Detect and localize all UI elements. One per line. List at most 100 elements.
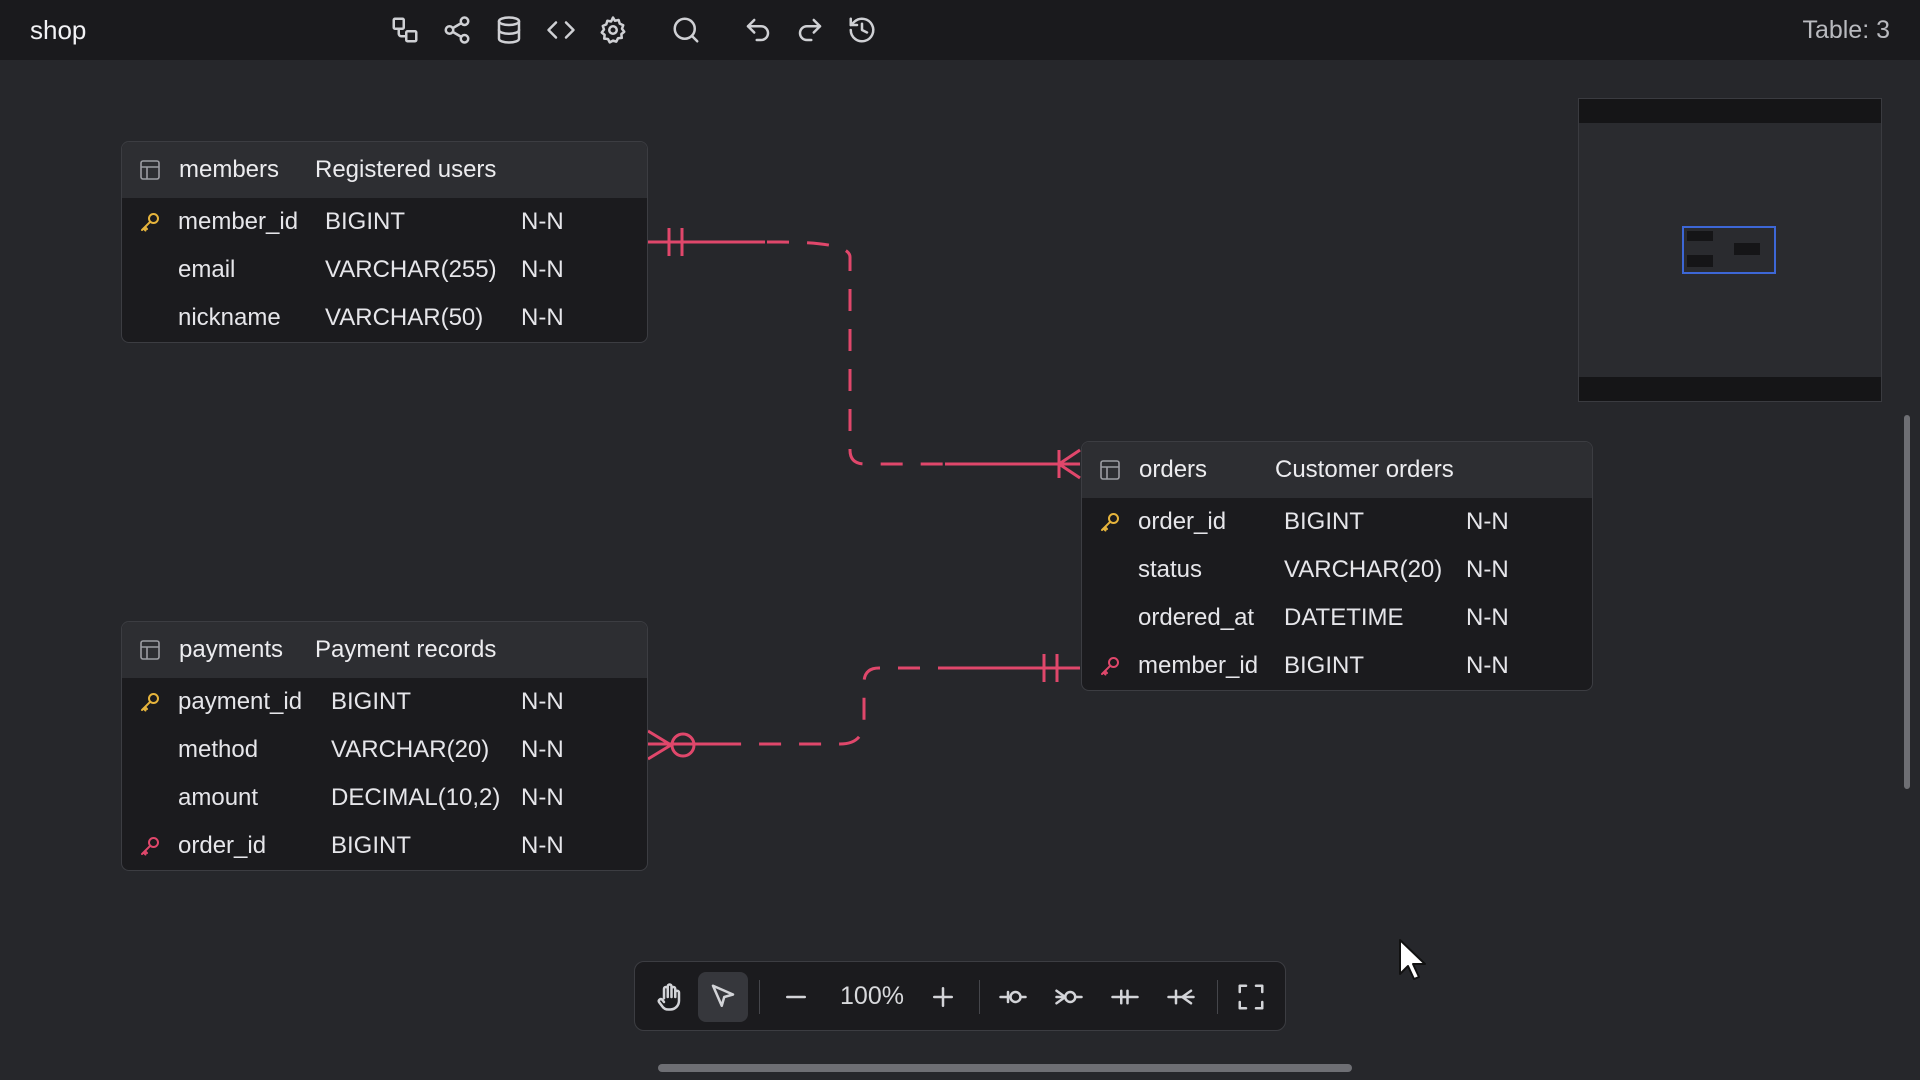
search-icon[interactable] xyxy=(668,12,704,48)
plus-icon xyxy=(933,987,953,1007)
relation-one-to-zero-one-button[interactable] xyxy=(988,972,1038,1022)
table-icon xyxy=(1099,459,1121,481)
column-nullability: N-N xyxy=(521,304,564,331)
column-row[interactable]: ordered_at DATETIME N-N xyxy=(1082,594,1592,642)
column-row[interactable]: status VARCHAR(20) N-N xyxy=(1082,546,1592,594)
zero-many-relation-icon xyxy=(1055,989,1083,1005)
table-header[interactable]: orders Customer orders xyxy=(1082,442,1592,498)
code-icon[interactable] xyxy=(543,12,579,48)
column-nullability: N-N xyxy=(521,784,564,811)
column-type: DECIMAL(10,2) xyxy=(331,784,501,811)
table-comment: Registered users xyxy=(315,156,497,183)
toolbar-divider xyxy=(979,980,980,1014)
minimap[interactable] xyxy=(1578,98,1882,402)
primary-key-icon xyxy=(122,198,178,246)
column-type: VARCHAR(20) xyxy=(331,736,490,763)
column-nullability: N-N xyxy=(521,736,564,763)
table-orders[interactable]: orders Customer orders order_id BIGINT N… xyxy=(1081,441,1593,691)
canvas-toolbar: 100% xyxy=(634,961,1286,1031)
one-many-relation-icon xyxy=(1167,989,1195,1005)
column-type: VARCHAR(255) xyxy=(325,256,497,283)
zoom-level[interactable]: 100% xyxy=(827,962,917,1030)
column-nullability: N-N xyxy=(1466,556,1509,583)
table-icon xyxy=(139,159,161,181)
column-name: nickname xyxy=(178,304,281,331)
column-name: order_id xyxy=(1138,508,1227,535)
column-name: payment_id xyxy=(178,688,303,715)
horizontal-scrollbar[interactable] xyxy=(658,1064,1352,1072)
column-type: BIGINT xyxy=(325,208,406,235)
column-row[interactable]: amount DECIMAL(10,2) N-N xyxy=(122,774,647,822)
column-row[interactable]: nickname VARCHAR(50) N-N xyxy=(122,294,647,342)
minus-icon xyxy=(786,995,806,999)
column-row[interactable]: method VARCHAR(20) N-N xyxy=(122,726,647,774)
table-members[interactable]: members Registered users member_id BIGIN… xyxy=(121,141,648,343)
column-name: method xyxy=(178,736,259,763)
gear-icon[interactable] xyxy=(595,12,631,48)
column-name: ordered_at xyxy=(1138,604,1255,631)
select-tool-button[interactable] xyxy=(698,972,748,1022)
hand-icon xyxy=(657,983,681,1011)
undo-icon[interactable] xyxy=(740,12,776,48)
zero-one-relation-icon xyxy=(999,990,1027,1004)
table-name: orders xyxy=(1139,456,1208,483)
column-row[interactable]: member_id BIGINT N-N xyxy=(1082,642,1592,690)
top-bar: shop Table: 3 xyxy=(0,0,1920,60)
zoom-in-button[interactable] xyxy=(918,972,968,1022)
table-header[interactable]: payments Payment records xyxy=(122,622,647,678)
redo-icon[interactable] xyxy=(792,12,828,48)
minimap-bottom-band xyxy=(1579,377,1881,401)
app-title: shop xyxy=(30,15,87,45)
column-nullability: N-N xyxy=(521,832,564,859)
column-row[interactable]: email VARCHAR(255) N-N xyxy=(122,246,647,294)
minimap-top-band xyxy=(1579,99,1881,123)
column-name: email xyxy=(178,256,236,283)
diagram-icon[interactable] xyxy=(387,12,423,48)
column-nullability: N-N xyxy=(521,208,564,235)
column-name: member_id xyxy=(178,208,299,235)
relation-one-many-button[interactable] xyxy=(1156,972,1206,1022)
fit-view-button[interactable] xyxy=(1226,972,1276,1022)
column-nullability: N-N xyxy=(521,256,564,283)
relation-line-members-orders xyxy=(647,240,1058,466)
table-payments[interactable]: payments Payment records payment_id BIGI… xyxy=(121,621,648,871)
relation-zero-many-button[interactable] xyxy=(1044,972,1094,1022)
database-icon[interactable] xyxy=(491,12,527,48)
column-nullability: N-N xyxy=(1466,652,1509,679)
column-type: DATETIME xyxy=(1284,604,1404,631)
column-type: BIGINT xyxy=(331,832,412,859)
table-name: members xyxy=(179,156,280,183)
relation-one-one-button[interactable] xyxy=(1100,972,1150,1022)
vertical-scrollbar[interactable] xyxy=(1904,415,1910,789)
table-comment: Customer orders xyxy=(1275,456,1454,483)
column-row[interactable]: order_id BIGINT N-N xyxy=(1082,498,1592,546)
column-type: VARCHAR(20) xyxy=(1284,556,1443,583)
foreign-key-icon xyxy=(1082,642,1138,690)
hand-tool-button[interactable] xyxy=(644,972,694,1022)
toolbar-divider xyxy=(759,980,760,1014)
column-type: VARCHAR(50) xyxy=(325,304,484,331)
table-icon xyxy=(139,639,161,661)
table-comment: Payment records xyxy=(315,636,497,663)
column-name: member_id xyxy=(1138,652,1259,679)
column-nullability: N-N xyxy=(1466,508,1509,535)
history-icon[interactable] xyxy=(844,12,880,48)
table-count: Table: 3 xyxy=(1802,16,1890,44)
column-name: order_id xyxy=(178,832,267,859)
column-row[interactable]: member_id BIGINT N-N xyxy=(122,198,647,246)
minimap-viewport[interactable] xyxy=(1682,226,1776,274)
mouse-cursor-icon xyxy=(1399,939,1426,980)
column-row[interactable]: order_id BIGINT N-N xyxy=(122,822,647,870)
column-name: status xyxy=(1138,556,1203,583)
one-one-relation-icon xyxy=(1111,989,1139,1005)
toolbar-divider xyxy=(1217,980,1218,1014)
foreign-key-icon xyxy=(122,822,178,870)
column-nullability: N-N xyxy=(1466,604,1509,631)
pointer-icon xyxy=(711,984,735,1007)
column-type: BIGINT xyxy=(1284,652,1365,679)
table-header[interactable]: members Registered users xyxy=(122,142,647,198)
column-row[interactable]: payment_id BIGINT N-N xyxy=(122,678,647,726)
column-type: BIGINT xyxy=(331,688,412,715)
zoom-out-button[interactable] xyxy=(771,972,821,1022)
share-icon[interactable] xyxy=(439,12,475,48)
